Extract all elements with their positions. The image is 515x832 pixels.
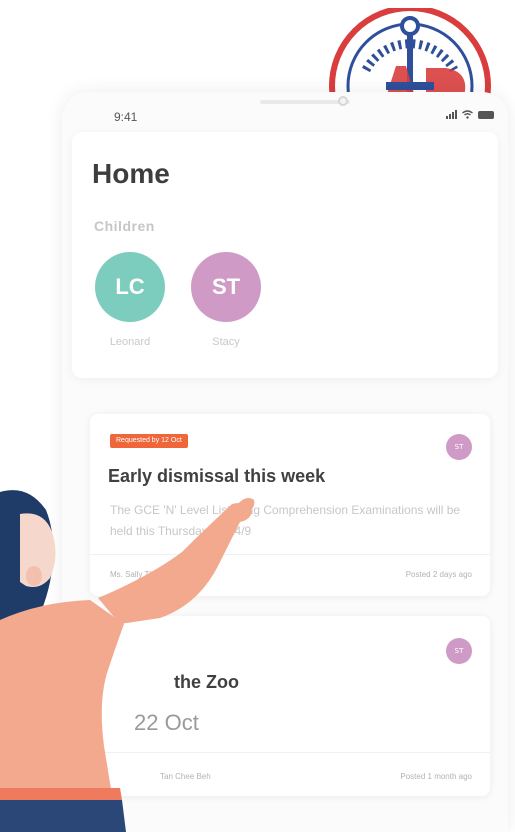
page-title: Home [92,158,170,189]
avatar: LC [95,252,165,322]
status-icons [446,110,494,119]
avatar: ST [191,252,261,322]
camera-icon [338,96,348,106]
battery-icon [478,111,494,119]
header-card: Home Children LC Leonard ST Stacy [72,132,498,378]
posted-time: Posted 1 month ago [400,772,472,781]
signal-icon [446,110,457,119]
child-leonard[interactable]: LC Leonard [94,252,166,348]
posted-time: Posted 2 days ago [405,570,472,579]
phone-notch [260,100,350,104]
wifi-icon [462,110,473,119]
deadline-tag: Requested by 12 Oct [110,434,188,448]
child-stacy[interactable]: ST Stacy [190,252,262,348]
avatar: ST [446,638,472,664]
child-name: Leonard [109,336,151,348]
children-label: Children [94,218,155,234]
child-name: Stacy [212,336,240,348]
avatar: ST [446,434,472,460]
person-pointing-illustration [0,490,255,832]
status-time: 9:41 [114,110,138,124]
